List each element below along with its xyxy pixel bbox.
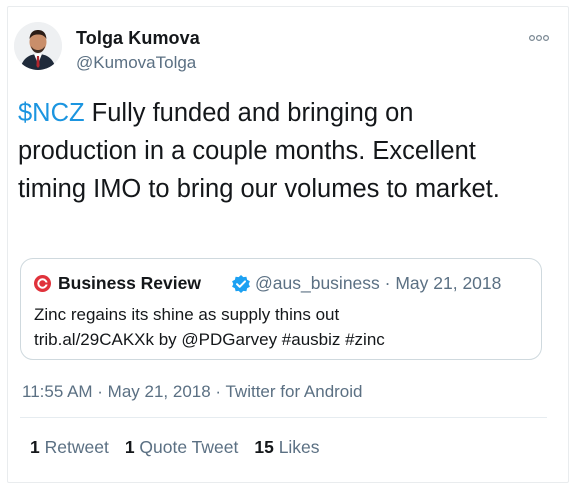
business-review-logo-icon xyxy=(34,275,51,292)
retweets-count: 1 xyxy=(30,437,40,457)
quote-tweets-stat[interactable]: 1 Quote Tweet xyxy=(125,437,239,458)
likes-label: Likes xyxy=(278,437,320,457)
tweet-timestamp[interactable]: 11:55 AM · May 21, 2018 · Twitter for An… xyxy=(22,382,363,402)
likes-stat[interactable]: 15 Likes xyxy=(254,437,319,458)
more-options-icon[interactable] xyxy=(528,30,550,42)
divider xyxy=(20,417,547,418)
quote-tweets-count: 1 xyxy=(124,437,135,457)
quoted-tweet[interactable]: Business Review @aus_business · May 21, … xyxy=(20,258,542,360)
tweet-header: Tolga Kumova @KumovaTolga xyxy=(14,22,550,78)
avatar-image xyxy=(14,22,62,70)
quoted-text-line-2: trib.al/29CAKXk by @PDGarvey #ausbiz #zi… xyxy=(34,330,385,349)
quoted-text-line-1: Zinc regains its shine as supply thins o… xyxy=(34,305,340,324)
quote-tweets-label: Quote Tweet xyxy=(139,437,239,457)
author-avatar[interactable] xyxy=(14,22,62,70)
tweet-stats: 1 Retweet 1 Quote Tweet 15 Likes xyxy=(30,437,336,458)
author-name[interactable]: Tolga Kumova xyxy=(76,28,200,49)
verified-badge-icon xyxy=(231,274,251,294)
tweet-text: $NCZ Fully funded and bringing on produc… xyxy=(18,94,538,208)
retweets-stat[interactable]: 1 Retweet xyxy=(30,437,109,458)
quoted-handle-date[interactable]: @aus_business · May 21, 2018 xyxy=(255,273,501,294)
tweet-text-body: Fully funded and bringing on production … xyxy=(18,99,500,203)
quoted-author-name[interactable]: Business Review xyxy=(58,273,201,294)
cashtag-link[interactable]: $NCZ xyxy=(18,99,85,127)
retweets-label: Retweet xyxy=(44,437,109,457)
author-handle[interactable]: @KumovaTolga xyxy=(76,53,196,73)
likes-count: 15 xyxy=(254,437,274,457)
